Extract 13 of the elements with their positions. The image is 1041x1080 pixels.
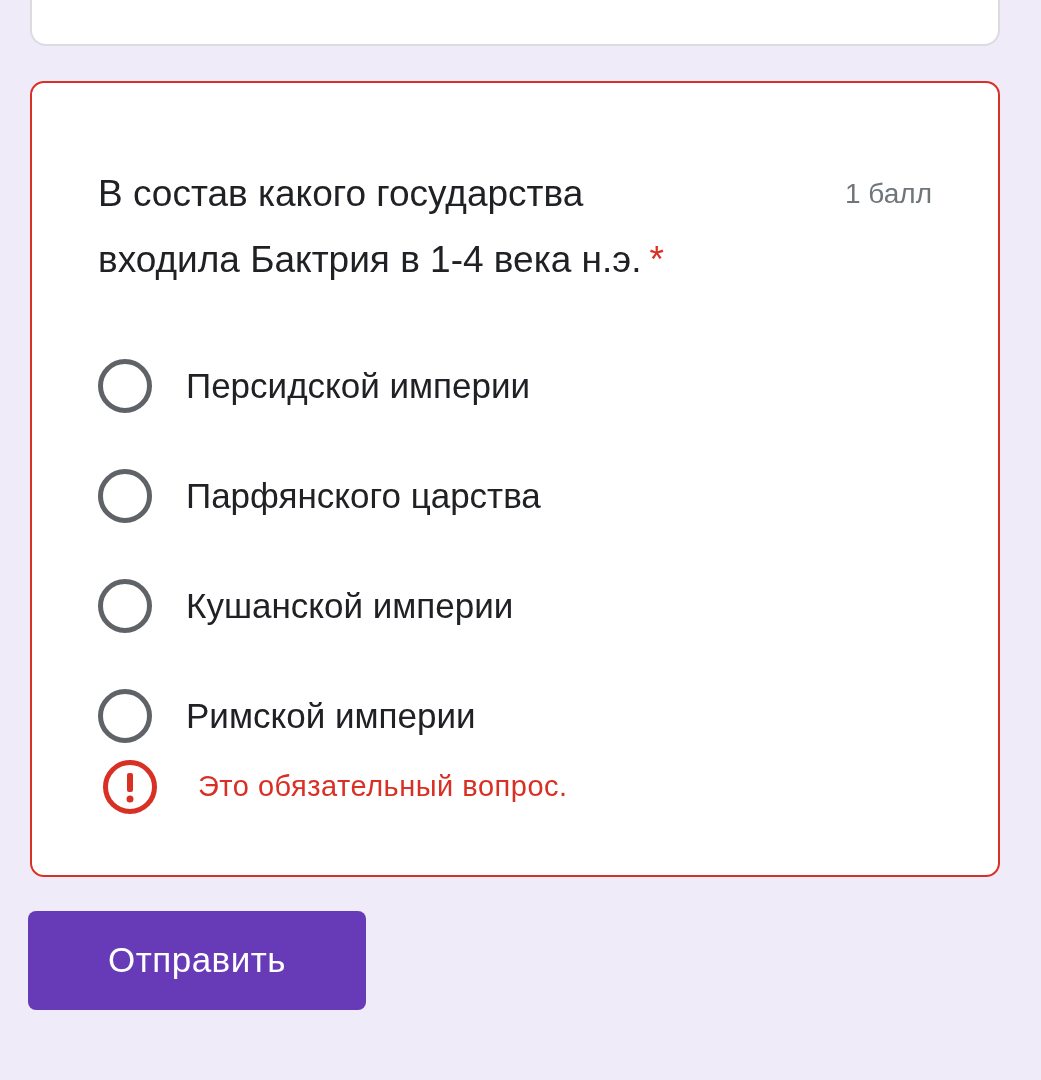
- radio-button[interactable]: [98, 469, 152, 523]
- question-text: В состав какого государства входила Бактрия в 1-4 века н.э. *: [98, 172, 665, 282]
- points-label: 1 балл: [845, 177, 932, 211]
- option-label[interactable]: Парфянского царства: [186, 469, 541, 523]
- option-label[interactable]: Персидской империи: [186, 359, 531, 413]
- option-label[interactable]: Кушанской империи: [186, 579, 514, 633]
- radio-button[interactable]: [98, 579, 152, 633]
- submit-button[interactable]: Отправить: [28, 911, 366, 1010]
- error-icon: [102, 759, 158, 815]
- error-message: Это обязательный вопрос.: [198, 769, 568, 805]
- option-label[interactable]: Римской империи: [186, 689, 476, 743]
- radio-button[interactable]: [98, 689, 152, 743]
- radio-button[interactable]: [98, 359, 152, 413]
